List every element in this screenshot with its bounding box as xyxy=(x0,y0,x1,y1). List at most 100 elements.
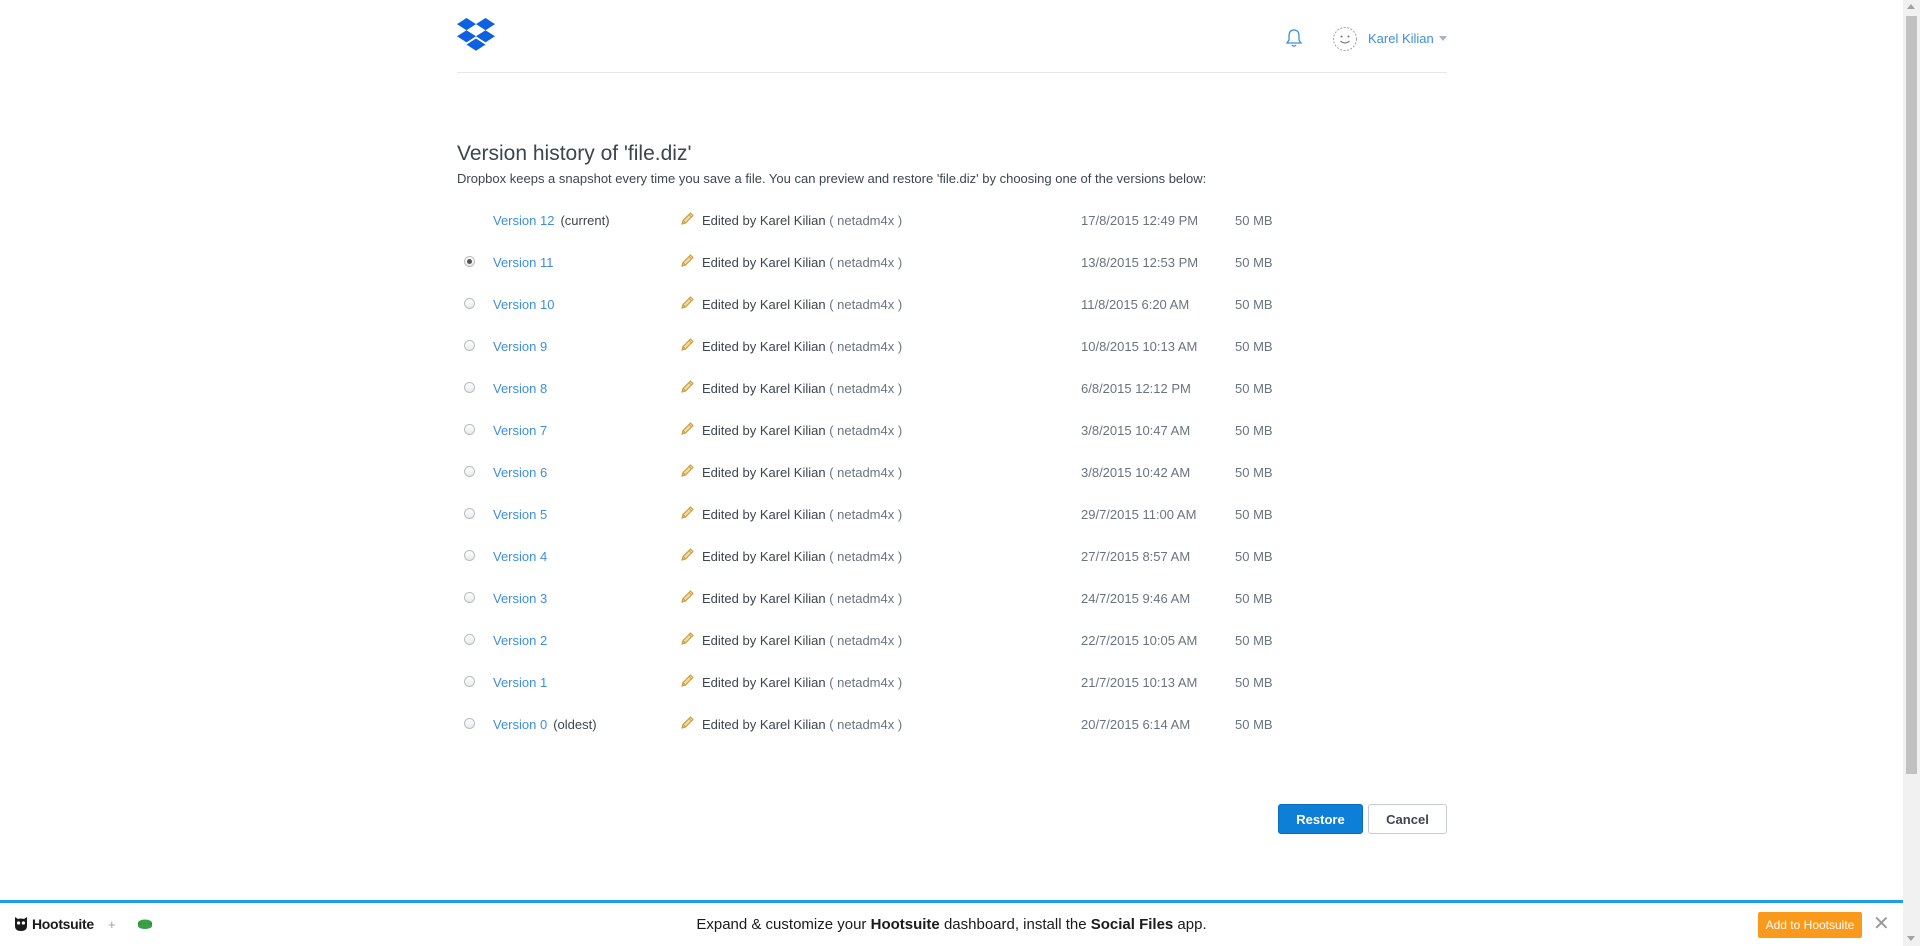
pencil-icon xyxy=(679,253,695,269)
table-row[interactable]: Version 3 Edited by Karel Kilian ( netadm… xyxy=(457,587,1447,629)
pencil-icon xyxy=(679,379,695,395)
version-label[interactable]: Version 10 xyxy=(493,297,554,312)
version-radio[interactable] xyxy=(464,340,475,351)
version-date: 17/8/2015 12:49 PM xyxy=(1081,213,1199,228)
version-link[interactable]: Version 4 xyxy=(493,549,547,564)
editor-name: Edited by Karel Kilian xyxy=(702,255,826,270)
table-row[interactable]: Version 1 Edited by Karel Kilian ( netadm… xyxy=(457,671,1447,713)
dropbox-logo-icon[interactable] xyxy=(457,18,495,53)
version-radio[interactable] xyxy=(464,634,475,645)
version-link[interactable]: Version 10 xyxy=(493,297,554,312)
version-note: (oldest) xyxy=(553,717,597,732)
restore-button[interactable]: Restore xyxy=(1278,804,1363,834)
version-date: 11/8/2015 6:20 AM xyxy=(1081,297,1190,312)
version-label[interactable]: Version 6 xyxy=(493,465,547,480)
version-radio[interactable] xyxy=(464,508,475,519)
editor-uid: ( netadm4x ) xyxy=(829,633,903,648)
editor-uid: ( netadm4x ) xyxy=(829,423,903,438)
version-link[interactable]: Version 11 xyxy=(493,255,553,270)
version-radio[interactable] xyxy=(464,382,475,393)
editor-uid: ( netadm4x ) xyxy=(829,297,903,312)
version-label[interactable]: Version 3 xyxy=(493,591,547,606)
version-size: 50 MB xyxy=(1235,507,1273,522)
close-icon[interactable]: ✕ xyxy=(1873,912,1890,936)
edited-by: Edited by Karel Kilian ( netadm4x ) xyxy=(702,633,902,648)
table-row[interactable]: Version 2 Edited by Karel Kilian ( netadm… xyxy=(457,629,1447,671)
version-link[interactable]: Version 2 xyxy=(493,633,547,648)
version-radio[interactable] xyxy=(464,466,475,477)
version-size: 50 MB xyxy=(1235,633,1273,648)
version-label[interactable]: Version 9 xyxy=(493,339,547,354)
version-radio[interactable] xyxy=(464,424,475,435)
top-header: Karel Kilian xyxy=(457,0,1447,73)
version-list: Version 12 (current) Edited by Karel Kilia… xyxy=(457,209,1447,755)
editor-name: Edited by Karel Kilian xyxy=(702,213,826,228)
editor-uid: ( netadm4x ) xyxy=(829,717,903,732)
version-label[interactable]: Version 1 xyxy=(493,675,547,690)
version-label[interactable]: Version 2 xyxy=(493,633,547,648)
version-link[interactable]: Version 6 xyxy=(493,465,547,480)
version-link[interactable]: Version 0 (oldest) xyxy=(493,717,597,732)
promo-text-part: dashboard, install the xyxy=(939,916,1091,933)
version-label[interactable]: Version 11 xyxy=(493,255,553,270)
editor-uid: ( netadm4x ) xyxy=(829,381,903,396)
table-row[interactable]: Version 8 Edited by Karel Kilian ( netadm… xyxy=(457,377,1447,419)
version-size: 50 MB xyxy=(1235,423,1273,438)
pencil-icon xyxy=(679,337,695,353)
version-link[interactable]: Version 5 xyxy=(493,507,547,522)
version-link[interactable]: Version 9 xyxy=(493,339,547,354)
add-to-hootsuite-button[interactable]: Add to Hootsuite xyxy=(1758,912,1862,938)
version-label[interactable]: Version 0 xyxy=(493,717,547,732)
version-radio[interactable] xyxy=(464,592,475,603)
version-label[interactable]: Version 12 xyxy=(493,213,554,228)
table-row[interactable]: Version 9 Edited by Karel Kilian ( netadm… xyxy=(457,335,1447,377)
version-size: 50 MB xyxy=(1235,381,1273,396)
hootsuite-promo-text: Expand & customize your Hootsuite dashbo… xyxy=(0,916,1903,933)
version-size: 50 MB xyxy=(1235,549,1273,564)
user-name-menu[interactable]: Karel Kilian xyxy=(1368,31,1434,46)
version-label[interactable]: Version 5 xyxy=(493,507,547,522)
editor-uid: ( netadm4x ) xyxy=(829,339,903,354)
version-label[interactable]: Version 4 xyxy=(493,549,547,564)
editor-uid: ( netadm4x ) xyxy=(829,507,903,522)
avatar-face-icon[interactable] xyxy=(1332,26,1358,52)
version-size: 50 MB xyxy=(1235,675,1273,690)
table-row[interactable]: Version 4 Edited by Karel Kilian ( netadm… xyxy=(457,545,1447,587)
version-radio[interactable] xyxy=(464,718,475,729)
bell-icon[interactable] xyxy=(1285,28,1303,48)
page-title: Version history of 'file.diz' xyxy=(457,142,692,166)
table-row[interactable]: Version 0 (oldest) Edited by Karel Kilian … xyxy=(457,713,1447,755)
scroll-up-arrow-icon[interactable] xyxy=(1907,4,1915,9)
scrollbar-thumb[interactable] xyxy=(1906,16,1917,774)
table-row[interactable]: Version 7 Edited by Karel Kilian ( netadm… xyxy=(457,419,1447,461)
version-label[interactable]: Version 8 xyxy=(493,381,547,396)
table-row[interactable]: Version 5 Edited by Karel Kilian ( netadm… xyxy=(457,503,1447,545)
chevron-down-icon[interactable] xyxy=(1439,36,1447,41)
table-row[interactable]: Version 10 Edited by Karel Kilian ( netad… xyxy=(457,293,1447,335)
vertical-scrollbar[interactable] xyxy=(1903,0,1920,946)
table-row[interactable]: Version 6 Edited by Karel Kilian ( netadm… xyxy=(457,461,1447,503)
version-link[interactable]: Version 3 xyxy=(493,591,547,606)
pencil-icon xyxy=(679,589,695,605)
version-size: 50 MB xyxy=(1235,339,1273,354)
editor-name: Edited by Karel Kilian xyxy=(702,549,826,564)
edited-by: Edited by Karel Kilian ( netadm4x ) xyxy=(702,591,902,606)
table-row[interactable]: Version 12 (current) Edited by Karel Kilia… xyxy=(457,209,1447,251)
version-note: (current) xyxy=(560,213,610,228)
version-link[interactable]: Version 7 xyxy=(493,423,547,438)
version-link[interactable]: Version 8 xyxy=(493,381,547,396)
pencil-icon xyxy=(679,463,695,479)
version-label[interactable]: Version 7 xyxy=(493,423,547,438)
version-radio[interactable] xyxy=(464,298,475,309)
version-link[interactable]: Version 1 xyxy=(493,675,547,690)
promo-text-brand: Hootsuite xyxy=(870,916,940,933)
version-radio[interactable] xyxy=(464,550,475,561)
pencil-icon xyxy=(679,631,695,647)
table-row[interactable]: Version 11 Edited by Karel Kilian ( netad… xyxy=(457,251,1447,293)
cancel-button[interactable]: Cancel xyxy=(1368,804,1447,834)
version-radio[interactable] xyxy=(464,256,475,267)
version-radio[interactable] xyxy=(464,676,475,687)
version-date: 24/7/2015 9:46 AM xyxy=(1081,591,1191,606)
scroll-down-arrow-icon[interactable] xyxy=(1907,936,1915,941)
version-link[interactable]: Version 12 (current) xyxy=(493,213,610,228)
